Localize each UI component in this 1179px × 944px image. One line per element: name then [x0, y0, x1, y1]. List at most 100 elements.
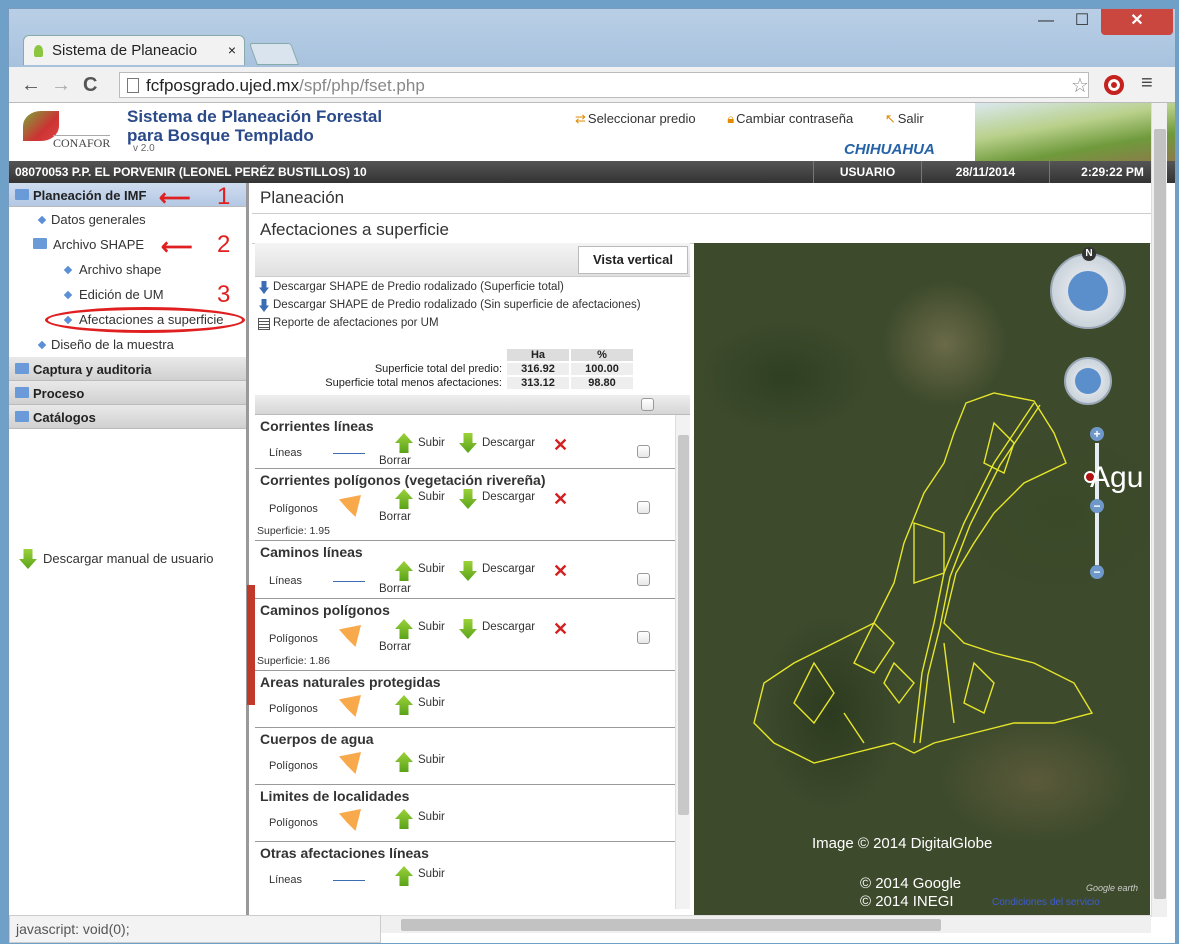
- horizontal-scrollbar[interactable]: [381, 915, 1151, 933]
- upload-icon[interactable]: [395, 489, 413, 509]
- satellite-map[interactable]: N + − − Agu Image © 2014 DigitalGlobe © …: [694, 243, 1150, 915]
- upload-label[interactable]: Subir: [418, 754, 445, 766]
- bookmark-star-icon[interactable]: ☆: [1071, 73, 1089, 98]
- delete-label[interactable]: Borrar: [379, 511, 411, 523]
- sidebar-item-edicion-um[interactable]: Edición de UM: [9, 282, 246, 307]
- link-seleccionar-predio[interactable]: ⇄ Seleccionar predio: [575, 111, 710, 126]
- tab-close-icon[interactable]: ×: [228, 42, 236, 58]
- link-label: Seleccionar predio: [587, 111, 696, 126]
- download-label[interactable]: Descargar: [482, 437, 535, 449]
- download-icon: [259, 299, 269, 312]
- hand-icon[interactable]: [1075, 368, 1101, 394]
- sidebar-group-proceso[interactable]: Proceso: [9, 381, 246, 405]
- bullet-icon: [37, 215, 47, 225]
- eye-icon[interactable]: [1068, 271, 1108, 311]
- delete-icon[interactable]: ✕: [553, 489, 568, 510]
- row-checkbox[interactable]: [637, 573, 650, 586]
- download-icon[interactable]: [459, 561, 477, 581]
- zoom-out-icon[interactable]: −: [1090, 565, 1104, 579]
- download-icon[interactable]: [459, 619, 477, 639]
- upload-icon[interactable]: [395, 433, 413, 453]
- page-scrollbar[interactable]: [1151, 103, 1167, 917]
- download-label[interactable]: Descargar: [482, 563, 535, 575]
- back-icon[interactable]: ←: [21, 74, 41, 97]
- upload-icon[interactable]: [395, 619, 413, 639]
- extension-icon[interactable]: [1104, 75, 1124, 95]
- download-label[interactable]: Descargar: [482, 621, 535, 633]
- annotation-number-1: 1: [217, 183, 231, 210]
- delete-icon[interactable]: ✕: [553, 619, 568, 640]
- info-bar: 08070053 P.P. EL PORVENIR (LEONEL PERÉZ …: [9, 161, 1175, 183]
- reload-icon[interactable]: C: [83, 74, 97, 97]
- upload-label[interactable]: Subir: [418, 868, 445, 880]
- sidebar-group-planeacion[interactable]: Planeación de IMF: [9, 183, 246, 207]
- upload-label[interactable]: Subir: [418, 437, 445, 449]
- report-link[interactable]: Reporte de afectaciones por UM: [257, 317, 439, 330]
- download-shape-sin-afectaciones-link[interactable]: Descargar SHAPE de Predio rodalizado (Si…: [257, 299, 641, 312]
- delete-label[interactable]: Borrar: [379, 583, 411, 595]
- upload-icon[interactable]: [395, 752, 413, 772]
- minimize-button[interactable]: —: [1029, 9, 1063, 35]
- zoom-slider[interactable]: + − −: [1088, 427, 1106, 579]
- map-pan-control[interactable]: [1064, 357, 1112, 405]
- url-path: /spf/php/fset.php: [299, 76, 425, 95]
- maximize-button[interactable]: ☐: [1065, 9, 1099, 35]
- upload-label[interactable]: Subir: [418, 811, 445, 823]
- surface-table: Ha % Superficie total del predio: 316.92…: [255, 347, 635, 391]
- upload-icon[interactable]: [395, 809, 413, 829]
- row-checkbox[interactable]: [637, 501, 650, 514]
- download-shape-total-link[interactable]: Descargar SHAPE de Predio rodalizado (Su…: [257, 281, 564, 294]
- sidebar-item-archivo-shape-folder[interactable]: Archivo SHAPE: [9, 232, 246, 257]
- manual-label: Descargar manual de usuario: [43, 551, 214, 566]
- map-navigation-control[interactable]: [1050, 253, 1126, 329]
- link-cambiar-contrasena[interactable]: 🔒︎ Cambiar contraseña: [727, 111, 867, 126]
- scrollbar-thumb[interactable]: [1154, 129, 1166, 899]
- inegi-credit: © 2014 INEGI: [860, 893, 954, 910]
- terms-link[interactable]: Condiciones del servicio: [992, 897, 1100, 908]
- zoom-in-icon[interactable]: +: [1090, 427, 1104, 441]
- upload-label[interactable]: Subir: [418, 563, 445, 575]
- sidebar-group-catalogos[interactable]: Catálogos: [9, 405, 246, 429]
- download-label[interactable]: Descargar: [482, 491, 535, 503]
- upload-icon[interactable]: [395, 561, 413, 581]
- sidebar-item-archivo-shape[interactable]: Archivo shape: [9, 257, 246, 282]
- download-icon[interactable]: [459, 433, 477, 453]
- new-tab-button[interactable]: [248, 43, 300, 65]
- sidebar-group-label: Captura y auditoria: [33, 362, 152, 377]
- section-title: Otras afectaciones líneas: [260, 845, 429, 861]
- browser-tab[interactable]: Sistema de Planeacio ×: [23, 35, 245, 65]
- download-icon[interactable]: [459, 489, 477, 509]
- link-label: Descargar SHAPE de Predio rodalizado (Si…: [273, 299, 641, 311]
- upload-icon[interactable]: [395, 695, 413, 715]
- delete-icon[interactable]: ✕: [553, 561, 568, 582]
- list-scrollbar[interactable]: [675, 415, 690, 909]
- collapse-handle[interactable]: [247, 585, 255, 705]
- download-manual-link[interactable]: Descargar manual de usuario: [17, 549, 214, 569]
- section-title: Corrientes líneas: [260, 418, 374, 434]
- scrollbar-thumb[interactable]: [401, 919, 941, 931]
- compass-north-icon[interactable]: N: [1082, 247, 1096, 261]
- vista-vertical-button[interactable]: Vista vertical: [578, 246, 688, 274]
- link-salir[interactable]: ↖ Salir: [885, 111, 938, 126]
- delete-label[interactable]: Borrar: [379, 641, 411, 653]
- upload-label[interactable]: Subir: [418, 491, 445, 503]
- upload-icon[interactable]: [395, 866, 413, 886]
- zoom-handle[interactable]: −: [1090, 499, 1104, 513]
- menu-icon[interactable]: ≡: [1141, 72, 1153, 95]
- url-input[interactable]: fcfposgrado.ujed.mx/spf/php/fset.php: [119, 72, 1089, 98]
- close-window-button[interactable]: ✕: [1101, 9, 1173, 35]
- sidebar-group-captura[interactable]: Captura y auditoria: [9, 357, 246, 381]
- sidebar-item-diseno-muestra[interactable]: Diseño de la muestra: [9, 332, 246, 357]
- forward-icon[interactable]: →: [51, 74, 71, 97]
- delete-icon[interactable]: ✕: [553, 435, 568, 456]
- row-checkbox[interactable]: [637, 445, 650, 458]
- row-checkbox[interactable]: [637, 631, 650, 644]
- table-header-pct: %: [571, 349, 633, 361]
- scrollbar-thumb[interactable]: [678, 435, 689, 815]
- upload-label[interactable]: Subir: [418, 697, 445, 709]
- sidebar-item-datos-generales[interactable]: Datos generales: [9, 207, 246, 232]
- swap-icon: ⇄: [575, 111, 586, 126]
- select-all-checkbox[interactable]: [641, 398, 654, 411]
- upload-label[interactable]: Subir: [418, 621, 445, 633]
- delete-label[interactable]: Borrar: [379, 455, 411, 467]
